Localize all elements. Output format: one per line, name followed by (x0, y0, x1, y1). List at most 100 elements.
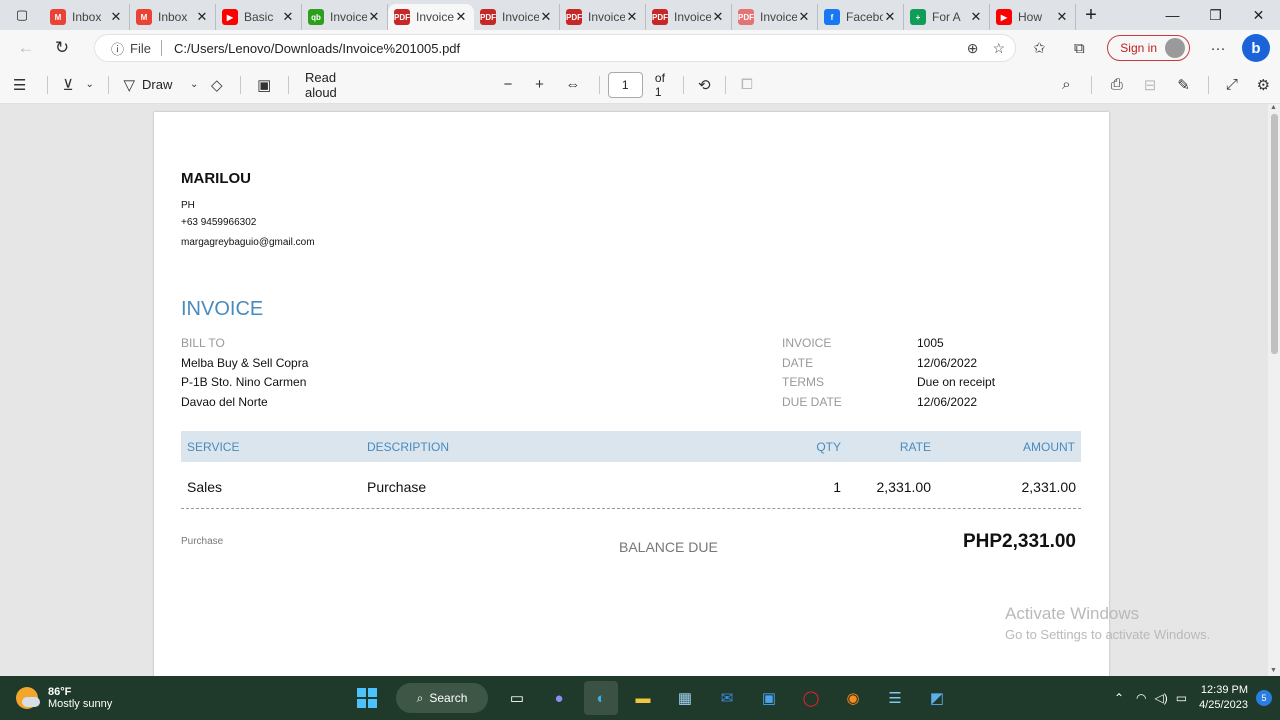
bill-to-label: BILL TO (181, 336, 225, 350)
toolbar-divider (725, 75, 727, 94)
task-view-icon[interactable]: ▭ (500, 681, 534, 715)
url-divider (160, 40, 162, 56)
maximize-icon[interactable]: ❐ (1194, 0, 1237, 30)
collections-icon[interactable]: ⧉ (1059, 40, 1099, 57)
notepad-icon[interactable]: ☰ (878, 681, 912, 715)
eraser-icon[interactable]: ◇ (202, 66, 231, 104)
meta-label: INVOICE (782, 336, 832, 350)
photos-icon[interactable]: ◩ (920, 681, 954, 715)
close-tab-icon[interactable]: ✕ (195, 9, 209, 25)
start-icon[interactable] (350, 681, 384, 715)
url-text[interactable]: C:/Users/Lenovo/Downloads/Invoice%201005… (174, 41, 460, 56)
close-tab-icon[interactable]: ✕ (883, 9, 897, 25)
chevron-down-icon[interactable]: ⌄ (186, 66, 202, 104)
tab[interactable]: PDF Invoice ✕ (732, 4, 818, 30)
tab[interactable]: + For A ✕ (904, 4, 990, 30)
tab[interactable]: PDF Invoice ✕ (474, 4, 560, 30)
tab[interactable]: f Facebook✕ (818, 4, 904, 30)
scroll-up-icon[interactable]: ▲ (1270, 104, 1277, 111)
close-tab-icon[interactable]: ✕ (281, 9, 295, 25)
mail-icon[interactable]: ✉ (710, 681, 744, 715)
highlight-icon[interactable]: ⊻ (56, 66, 80, 104)
close-tab-icon[interactable]: ✕ (797, 9, 811, 25)
zoom-out-icon[interactable]: − (492, 66, 523, 104)
vertical-scrollbar[interactable]: ▲ ▼ (1268, 104, 1280, 676)
find-icon[interactable]: ⌕ (1050, 66, 1083, 104)
tab[interactable]: M Inbox ✕ (44, 4, 130, 30)
read-aloud-button[interactable]: Read aloud (305, 70, 370, 100)
chevron-down-icon[interactable]: ⌄ (80, 66, 100, 104)
close-tab-icon[interactable]: ✕ (625, 9, 639, 25)
new-tab-icon[interactable]: + (1076, 4, 1106, 27)
settings-gear-icon[interactable]: ⚙ (1247, 66, 1280, 104)
text-icon[interactable]: ▣ (249, 66, 280, 104)
close-tab-icon[interactable]: ✕ (1055, 9, 1069, 25)
notification-badge[interactable]: 5 (1256, 690, 1272, 706)
rotate-icon[interactable]: ⟲ (692, 66, 718, 104)
refresh-icon[interactable]: ↻ (44, 30, 80, 66)
scroll-down-icon[interactable]: ▼ (1270, 667, 1277, 674)
volume-icon[interactable]: ◁) (1154, 691, 1167, 705)
more-menu-icon[interactable]: ··· (1198, 40, 1238, 57)
fullscreen-icon[interactable]: ⤢ (1217, 66, 1246, 104)
sign-in-button[interactable]: Sign in (1107, 35, 1190, 61)
tab[interactable]: qb Invoice ✕ (302, 4, 388, 30)
tablet-app-icon[interactable]: ▣ (752, 681, 786, 715)
zoom-in-icon[interactable]: + (524, 66, 555, 104)
edge-icon[interactable]: ◐ (584, 681, 618, 715)
minimize-icon[interactable]: — (1151, 0, 1194, 30)
activation-watermark-title: Activate Windows (1005, 604, 1140, 623)
fit-page-icon[interactable]: ⇔ (555, 66, 590, 104)
url-field[interactable]: ⓘ File C:/Users/Lenovo/Downloads/Invoice… (94, 34, 1016, 62)
time-label: 12:39 PM (1200, 684, 1248, 696)
close-tab-icon[interactable]: ✕ (539, 9, 553, 25)
draw-icon[interactable]: ▽ (116, 66, 142, 104)
tab[interactable]: M Inbox ✕ (130, 4, 216, 30)
store-icon[interactable]: ▦ (668, 681, 702, 715)
tab[interactable]: ▶ How ✕ (990, 4, 1076, 30)
sender-country: PH (181, 200, 195, 211)
draw-button[interactable]: Draw (142, 77, 172, 92)
clock[interactable]: 12:39 PM 4/25/2023 (1199, 683, 1248, 713)
tab[interactable]: PDF Invoice ✕ (388, 4, 474, 30)
favorites-icon[interactable]: ✩ (1019, 39, 1059, 57)
bing-icon[interactable]: b (1242, 34, 1270, 62)
close-tab-icon[interactable]: ✕ (711, 9, 725, 25)
chat-icon[interactable]: ● (542, 681, 576, 715)
wifi-icon[interactable]: ◠ (1136, 691, 1146, 705)
zoom-icon[interactable]: ⊕ (967, 40, 979, 57)
close-tab-icon[interactable]: ✕ (454, 9, 468, 25)
page-number-input[interactable]: 1 (607, 71, 643, 98)
file-explorer-icon[interactable]: ▬ (626, 681, 660, 715)
table-header: SERVICE DESCRIPTION QTY RATE AMOUNT (181, 431, 1081, 462)
sender-phone: +63 9459966302 (181, 217, 257, 228)
page-view-icon: ⧠ (740, 76, 753, 93)
search-button[interactable]: ⌕ Search (396, 683, 488, 713)
back-arrow-icon[interactable]: ← (8, 30, 44, 66)
tab[interactable]: PDF Invoice ✕ (646, 4, 732, 30)
firefox-icon[interactable]: ◉ (836, 681, 870, 715)
youtube-icon: ▶ (222, 9, 238, 25)
opera-icon[interactable]: ◯ (794, 681, 828, 715)
toolbar-divider (598, 75, 600, 94)
balance-due-value: PHP2,331.00 (962, 531, 1076, 552)
weather-widget[interactable]: 86°F Mostly sunny (16, 676, 112, 720)
add-favorite-icon[interactable]: ☆ (992, 40, 1005, 57)
tab[interactable]: ▶ Basic ✕ (216, 4, 302, 30)
print-icon[interactable]: ⎙ (1100, 66, 1133, 104)
save-as-icon[interactable]: ✎ (1167, 66, 1200, 104)
close-window-icon[interactable]: ✕ (1237, 0, 1280, 30)
contents-icon[interactable]: ☰ (0, 66, 39, 104)
close-tab-icon[interactable]: ✕ (969, 9, 983, 25)
chevron-up-icon[interactable]: ⌃ (1114, 691, 1124, 705)
battery-icon[interactable]: ▭ (1176, 691, 1187, 705)
close-tab-icon[interactable]: ✕ (367, 9, 381, 25)
close-tab-icon[interactable]: ✕ (109, 9, 123, 25)
tab-title: For A (932, 10, 961, 24)
tab[interactable]: PDF Invoice ✕ (560, 4, 646, 30)
tab-actions-icon[interactable]: ▢ (0, 0, 44, 30)
search-icon: ⌕ (416, 690, 424, 705)
toolbar-divider (682, 75, 684, 94)
scrollbar-thumb[interactable] (1271, 114, 1278, 354)
info-icon[interactable]: ⓘ (111, 39, 124, 58)
